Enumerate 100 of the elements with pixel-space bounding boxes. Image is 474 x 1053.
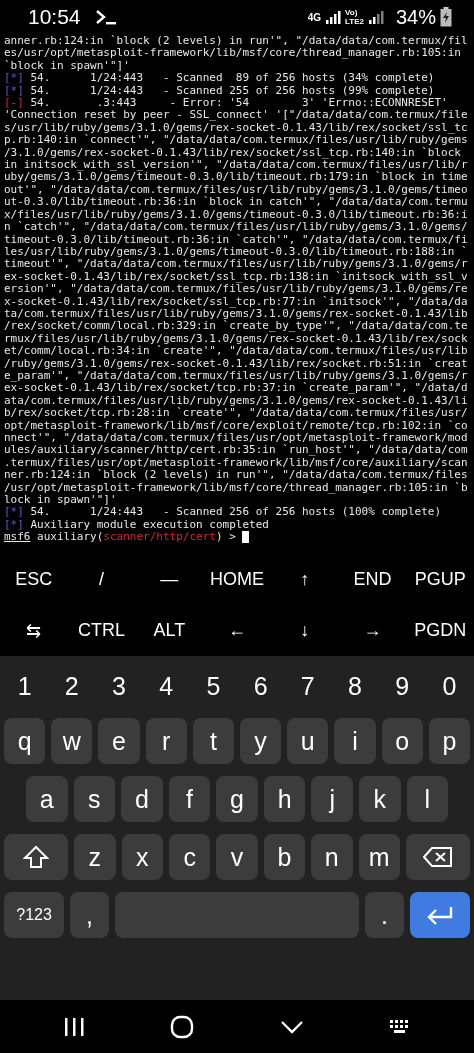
extra-key[interactable]: END <box>338 554 407 605</box>
letter-key[interactable]: o <box>381 718 423 764</box>
number-key[interactable]: 8 <box>334 666 376 706</box>
number-key[interactable]: 1 <box>4 666 46 706</box>
number-key[interactable]: 6 <box>240 666 282 706</box>
signal-icon <box>367 10 384 24</box>
number-key[interactable]: 3 <box>98 666 140 706</box>
number-key[interactable]: 5 <box>192 666 234 706</box>
letter-key[interactable]: v <box>216 834 258 880</box>
letter-key[interactable]: j <box>311 776 353 822</box>
terminal-line: 'Connection reset by peer - SSL_connect' '["/data/data/com.termux/file <box>4 109 468 122</box>
terminal-line: s/usr/lib/ruby/gems/3.1.0/gems/rex-socket-0.1.43/lib/rex/socket/ssl_tc <box>4 121 468 135</box>
letter-key[interactable]: z <box>74 834 116 880</box>
terminal-line: in initsock_with_ssl_version'", "/data/data/com.termux/files/usr/lib/r <box>4 159 468 172</box>
terminal-line: 54. 1/24:443 - Scanned 255 of 256 hosts (99% complete) <box>30 84 435 98</box>
terminal-line: ner.rb:124:in `block (2 levels) in run'", "/data/data/com.termux/files <box>4 469 468 482</box>
terminal-line: ta/com.termux/files/usr/lib/ruby/gems/3.1.0/gems/rex-socket-0.1.43/lib <box>4 307 468 321</box>
backspace-key[interactable] <box>405 834 471 880</box>
extra-key[interactable]: — <box>135 554 204 605</box>
letter-key[interactable]: l <box>406 776 449 822</box>
letter-key[interactable]: c <box>168 834 211 880</box>
letter-key[interactable]: i <box>334 718 376 764</box>
status-marker: [*] <box>4 72 24 85</box>
letter-key[interactable]: r <box>145 718 187 764</box>
extra-key[interactable]: ESC <box>0 554 68 605</box>
terminal-line: nnect'", "/data/data/com.termux/files/usr/opt/metasploit-framework/mod <box>4 432 468 445</box>
letter-key[interactable]: x <box>121 834 163 880</box>
terminal-line: 54. .3:443 - Error: '54 3' 'Errno::ECONNRESET' <box>30 97 448 110</box>
extra-key[interactable]: ⇆ <box>0 605 68 656</box>
battery-charging-icon <box>440 7 452 27</box>
letter-key[interactable]: a <box>26 776 68 822</box>
chevron-down-icon <box>279 1019 304 1034</box>
status-marker: [*] <box>4 84 24 98</box>
extra-key[interactable]: HOME <box>203 554 271 605</box>
terminal-line: /usr/opt/metasploit-framework/lib/msf/core/thread_manager.rb:105:in `b <box>4 481 468 495</box>
letter-key[interactable]: w <box>51 718 93 764</box>
extra-key[interactable]: → <box>338 605 407 656</box>
extra-key[interactable]: ALT <box>135 605 204 656</box>
letter-key[interactable]: g <box>216 776 258 822</box>
terminal-line: uby/gems/3.1.0/gems/timeout-0.3.0/lib/timeout.rb:179:in `block in time <box>4 171 468 184</box>
prompt-text: ) > <box>215 531 236 544</box>
enter-key[interactable] <box>409 892 470 938</box>
backspace-icon <box>422 846 453 868</box>
terminal-line: x/files/usr/lib/ruby/gems/3.1.0/gems/timeout-0.3.0/lib/timeout.rb:36:i <box>4 208 468 222</box>
letter-key[interactable]: . <box>365 892 404 938</box>
terminal-line: ex-socket-0.1.43/lib/rex/socket/ssl_tcp.rb:138:in `initsock_with_ssl_v <box>4 270 468 283</box>
terminal-line: /3.1.0/gems/rex-socket-0.1.43/lib/rex/socket/ssl_tcp.rb:140:in `block <box>4 146 461 159</box>
letter-key[interactable]: p <box>428 718 471 764</box>
extra-key[interactable]: ↓ <box>270 605 339 656</box>
network-type: 4G <box>307 11 321 23</box>
letter-key[interactable]: f <box>168 776 211 822</box>
number-key[interactable]: 9 <box>381 666 423 706</box>
prompt-text: auxiliary( <box>37 531 104 544</box>
number-key[interactable]: 7 <box>287 666 329 706</box>
status-marker: [-] <box>4 97 24 110</box>
clock-time: 10:54 <box>28 5 81 29</box>
terminal-line: /ruby/gems/3.1.0/gems/rex-socket-0.1.43/lib/rex/socket.rb:51:in `creat <box>4 357 468 370</box>
module-name: scanner/http/cert <box>103 531 216 544</box>
terminal-icon <box>94 9 117 25</box>
terminal-line: 54. 1/24:443 - Scanned 89 of 256 hosts (34% complete) <box>30 72 435 85</box>
terminal-line: les/usr/lib/ruby/gems/3.1.0/gems/timeout-0.3.0/lib/timeout.rb:188:in ` <box>4 245 468 259</box>
symbols-key[interactable]: ?123 <box>4 892 65 938</box>
extra-key[interactable]: PGDN <box>406 605 474 656</box>
volte-label: Vo) <box>345 8 359 17</box>
home-icon <box>170 1014 195 1039</box>
letter-key[interactable]: q <box>4 718 46 764</box>
extra-key[interactable]: PGUP <box>406 554 474 605</box>
letter-key[interactable]: h <box>263 776 306 822</box>
terminal-line: rmux/files/usr/lib/ruby/gems/3.1.0/gems/rex-socket-0.1.43/lib/rex/sock <box>4 332 468 346</box>
text-cursor <box>241 531 249 544</box>
letter-key[interactable]: , <box>70 892 109 938</box>
letter-key[interactable]: t <box>192 718 234 764</box>
number-key[interactable]: 2 <box>51 666 93 706</box>
terminal-line: `block in spawn'"]' <box>4 59 130 73</box>
letter-key[interactable]: s <box>73 776 116 822</box>
number-key[interactable]: 4 <box>145 666 187 706</box>
prompt-name: msf6 <box>4 531 31 544</box>
battery-level: 34% <box>395 5 436 29</box>
letter-key[interactable]: n <box>311 834 353 880</box>
letter-key[interactable]: y <box>240 718 282 764</box>
recent-apps-icon <box>62 1016 85 1037</box>
letter-key[interactable]: m <box>358 834 400 880</box>
letter-key[interactable]: e <box>98 718 140 764</box>
extra-key[interactable]: ← <box>203 605 271 656</box>
extra-key[interactable]: / <box>67 554 136 605</box>
signal-icon <box>325 10 341 24</box>
terminal-line: es/usr/opt/metasploit-framework/lib/msf/core/thread_manager.rb:105:in <box>4 47 461 60</box>
number-key[interactable]: 0 <box>428 666 471 706</box>
terminal-line: ules/auxiliary/scanner/http/cert.rb:35:in `run_host'", "/data/data/com <box>4 444 468 457</box>
extra-key[interactable]: ↑ <box>270 554 339 605</box>
letter-key[interactable]: d <box>121 776 163 822</box>
letter-key[interactable]: k <box>358 776 401 822</box>
terminal-line: timeout-0.3.0/lib/timeout.rb:36:in `catch'", "/data/data/com.termux/fi <box>4 233 468 246</box>
terminal-line: ata/com.termux/files/usr/lib/ruby/gems/3.1.0/gems/rex-socket-0.1.43/li <box>4 394 468 408</box>
letter-key[interactable]: b <box>263 834 306 880</box>
terminal-line: n `catch'", "/data/data/com.termux/files/usr/lib/ruby/gems/3.1.0/gems/ <box>4 221 468 234</box>
shift-key[interactable] <box>4 834 69 880</box>
terminal-line: timeout'", "/data/data/com.termux/files/usr/lib/ruby/gems/3.1.0/gems/r <box>4 258 468 271</box>
letter-key[interactable]: u <box>287 718 329 764</box>
extra-key[interactable]: CTRL <box>67 605 136 656</box>
